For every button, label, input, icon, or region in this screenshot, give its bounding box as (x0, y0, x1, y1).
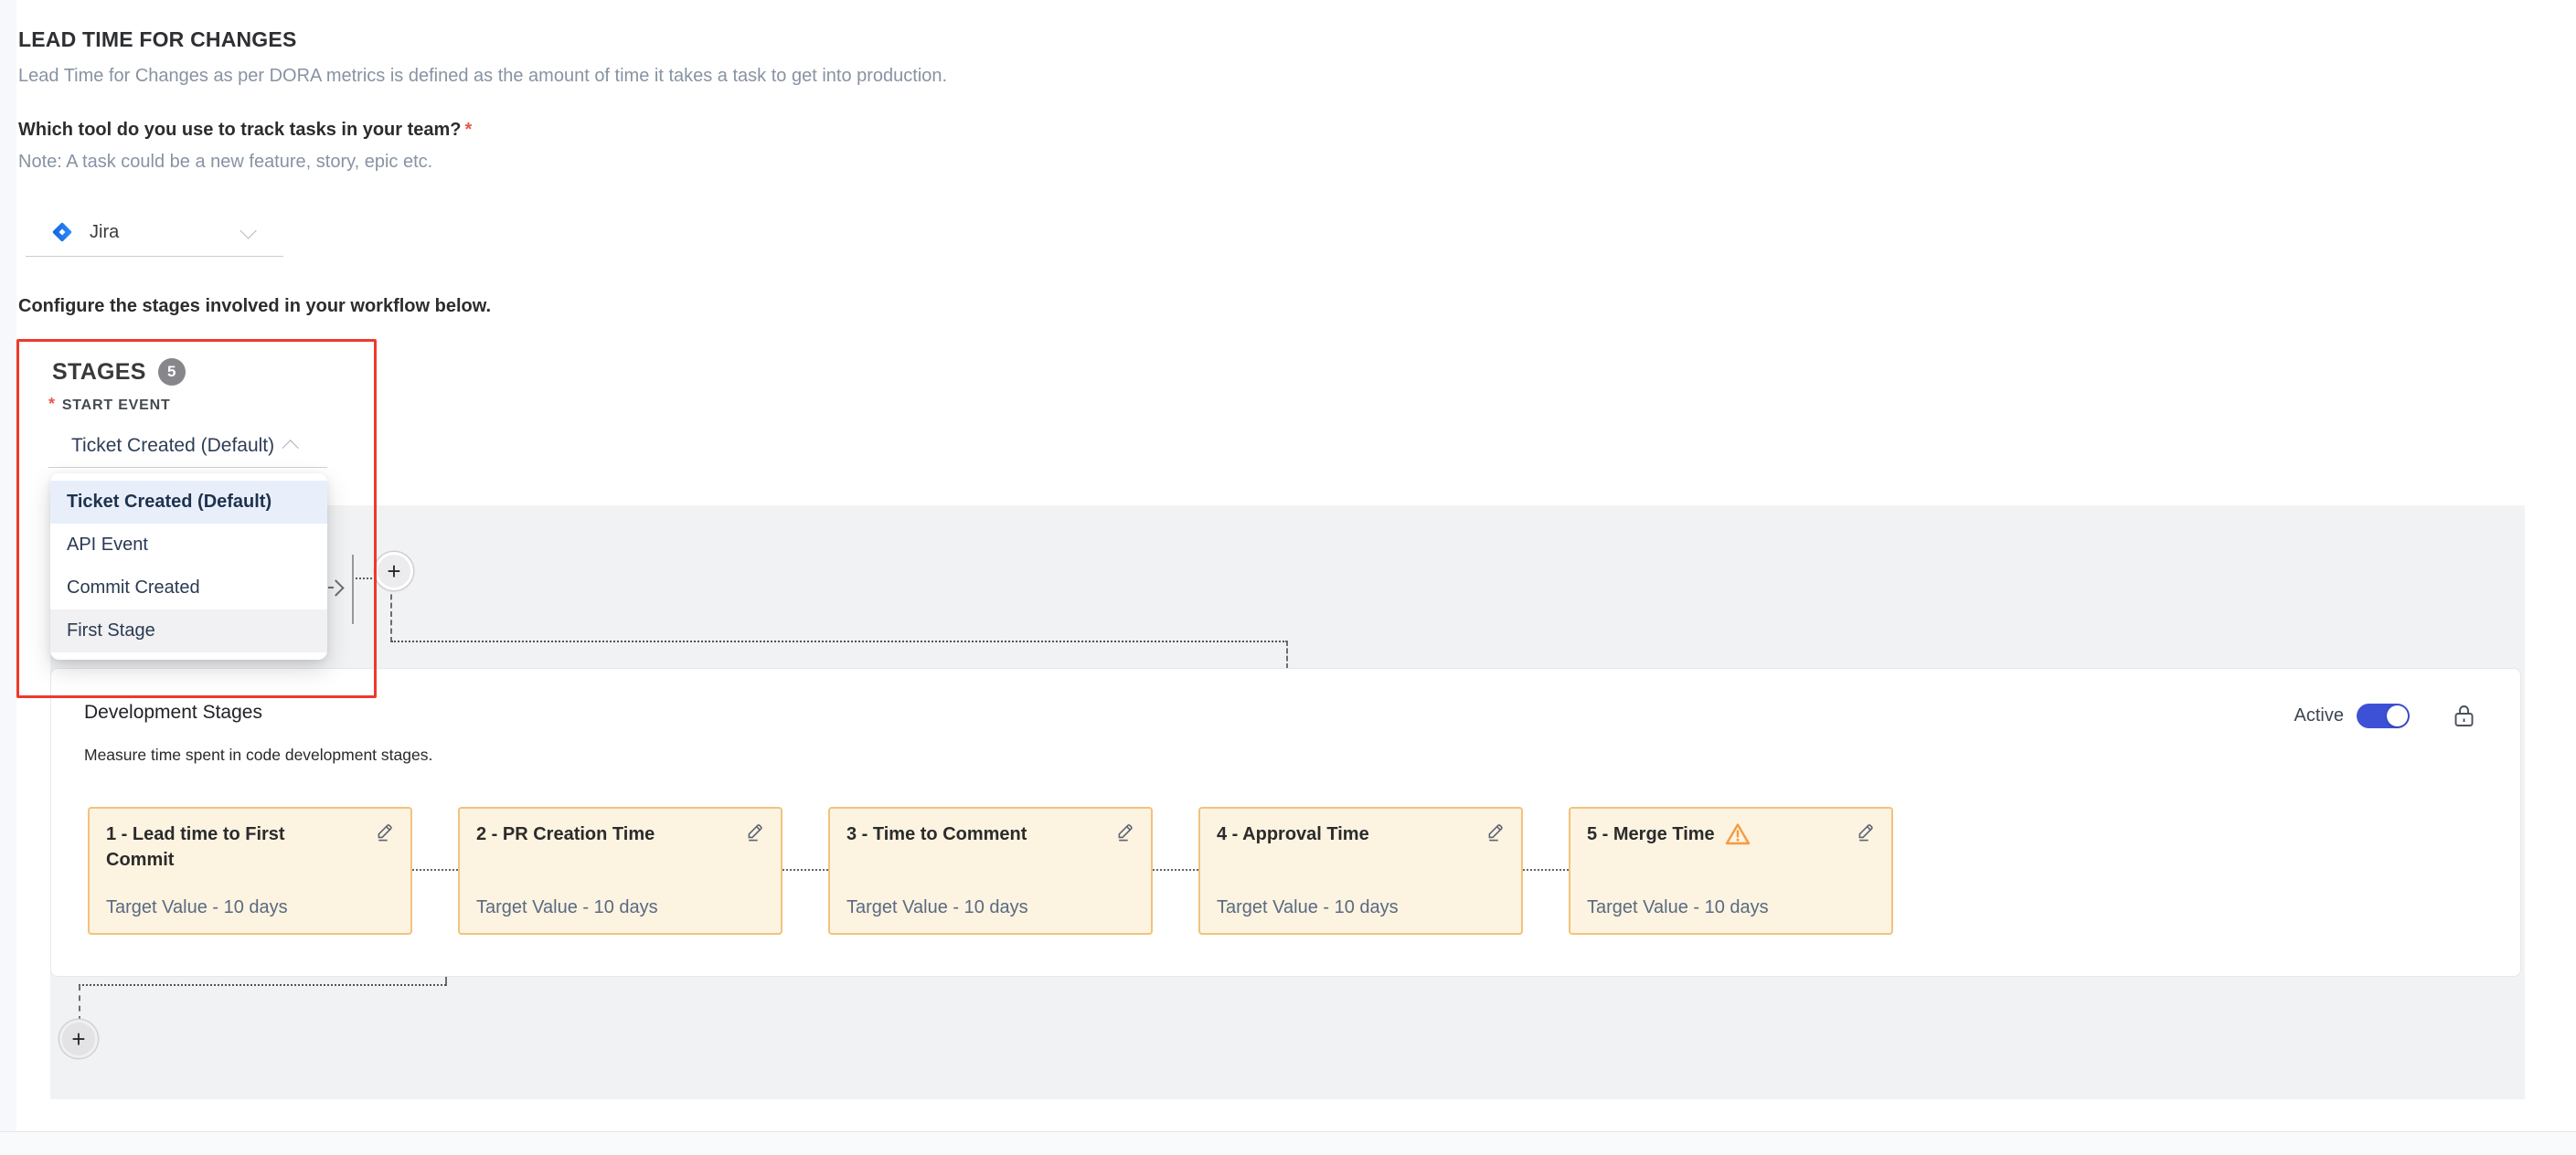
add-stage-button-top[interactable]: + (375, 552, 413, 590)
page-title: LEAD TIME FOR CHANGES (18, 27, 296, 52)
stages-heading: STAGES (52, 359, 146, 386)
stage-connector (412, 869, 458, 871)
edit-icon[interactable] (1485, 821, 1506, 843)
start-event-select[interactable]: Ticket Created (Default) (48, 424, 327, 468)
toggle-knob (2387, 705, 2408, 726)
stage-card-title: 3 - Time to Comment (846, 821, 1094, 847)
jira-icon (49, 219, 75, 245)
stage-card-2[interactable]: 2 - PR Creation Time Target Value - 10 d… (458, 807, 782, 935)
stage-card-title: 5 - Merge Time (1587, 821, 1835, 853)
lock-icon[interactable] (2452, 702, 2476, 729)
stages-count-badge: 5 (158, 358, 186, 386)
stage-card-target: Target Value - 10 days (1587, 897, 1769, 918)
stage-card-1[interactable]: 1 - Lead time to First Commit Target Val… (88, 807, 412, 935)
development-stages-title: Development Stages (84, 702, 262, 724)
page-subtitle: Lead Time for Changes as per DORA metric… (18, 66, 947, 87)
tool-note: Note: A task could be a new feature, sto… (18, 152, 432, 173)
active-toggle[interactable] (2357, 704, 2410, 728)
stage-connector (1153, 869, 1198, 871)
dropdown-option-api-event[interactable]: API Event (50, 524, 327, 567)
development-stages-description: Measure time spent in code development s… (84, 746, 432, 765)
active-label: Active (2294, 705, 2344, 726)
dropdown-option-commit-created[interactable]: Commit Created (50, 567, 327, 609)
stage-card-title-text: 5 - Merge Time (1587, 824, 1715, 844)
edit-icon[interactable] (374, 821, 396, 843)
page-bottom-band (0, 1132, 2576, 1155)
tool-question: Which tool do you use to track tasks in … (18, 120, 472, 141)
chevron-up-icon (282, 440, 299, 456)
stage-card-title: 1 - Lead time to First Commit (106, 821, 354, 873)
connector-dashed-vertical-1 (390, 586, 392, 642)
dropdown-option-first-stage[interactable]: First Stage (50, 609, 327, 652)
stage-card-5[interactable]: 5 - Merge Time Target Value - 10 days (1569, 807, 1893, 935)
edit-icon[interactable] (744, 821, 766, 843)
stages-header: STAGES 5 (52, 358, 186, 386)
panel-controls: Active (2294, 702, 2476, 729)
tool-question-text: Which tool do you use to track tasks in … (18, 120, 462, 140)
edit-icon[interactable] (1114, 821, 1136, 843)
warning-icon (1724, 821, 1751, 853)
connector-dotted-horizontal-top (391, 641, 1287, 642)
stage-card-3[interactable]: 3 - Time to Comment Target Value - 10 da… (828, 807, 1153, 935)
stage-card-title: 2 - PR Creation Time (476, 821, 724, 847)
development-stages-panel: Development Stages Measure time spent in… (50, 668, 2521, 977)
connector-dashed-vertical-4 (79, 985, 80, 1022)
dropdown-option-ticket-created[interactable]: Ticket Created (Default) (50, 481, 327, 524)
stage-card-4[interactable]: 4 - Approval Time Target Value - 10 days (1198, 807, 1523, 935)
chevron-down-icon (240, 222, 256, 238)
configure-stages-label: Configure the stages involved in your wo… (18, 296, 491, 317)
tool-select[interactable]: Jira (26, 208, 283, 257)
connector-vertical-line (352, 555, 354, 624)
start-event-label-row: * START EVENT (48, 395, 171, 414)
page-left-gutter (0, 0, 16, 1131)
stage-card-target: Target Value - 10 days (1217, 897, 1399, 918)
tool-select-value: Jira (90, 222, 119, 243)
stage-card-target: Target Value - 10 days (106, 897, 288, 918)
stage-connector (782, 869, 828, 871)
required-asterisk: * (465, 120, 473, 140)
add-stage-button-bottom[interactable]: + (59, 1020, 98, 1058)
stage-connector (1523, 869, 1569, 871)
stage-card-title: 4 - Approval Time (1217, 821, 1464, 847)
edit-icon[interactable] (1855, 821, 1877, 843)
stage-card-target: Target Value - 10 days (476, 897, 658, 918)
start-event-dropdown: Ticket Created (Default) API Event Commi… (50, 473, 327, 660)
start-event-label: START EVENT (62, 397, 171, 413)
start-event-select-value: Ticket Created (Default) (71, 435, 274, 457)
stage-card-target: Target Value - 10 days (846, 897, 1028, 918)
required-asterisk: * (48, 395, 56, 413)
connector-dotted-horizontal-bottom (79, 984, 446, 986)
connector-dashed-vertical-2 (1286, 641, 1288, 669)
connector-dotted-to-plus (356, 578, 376, 579)
